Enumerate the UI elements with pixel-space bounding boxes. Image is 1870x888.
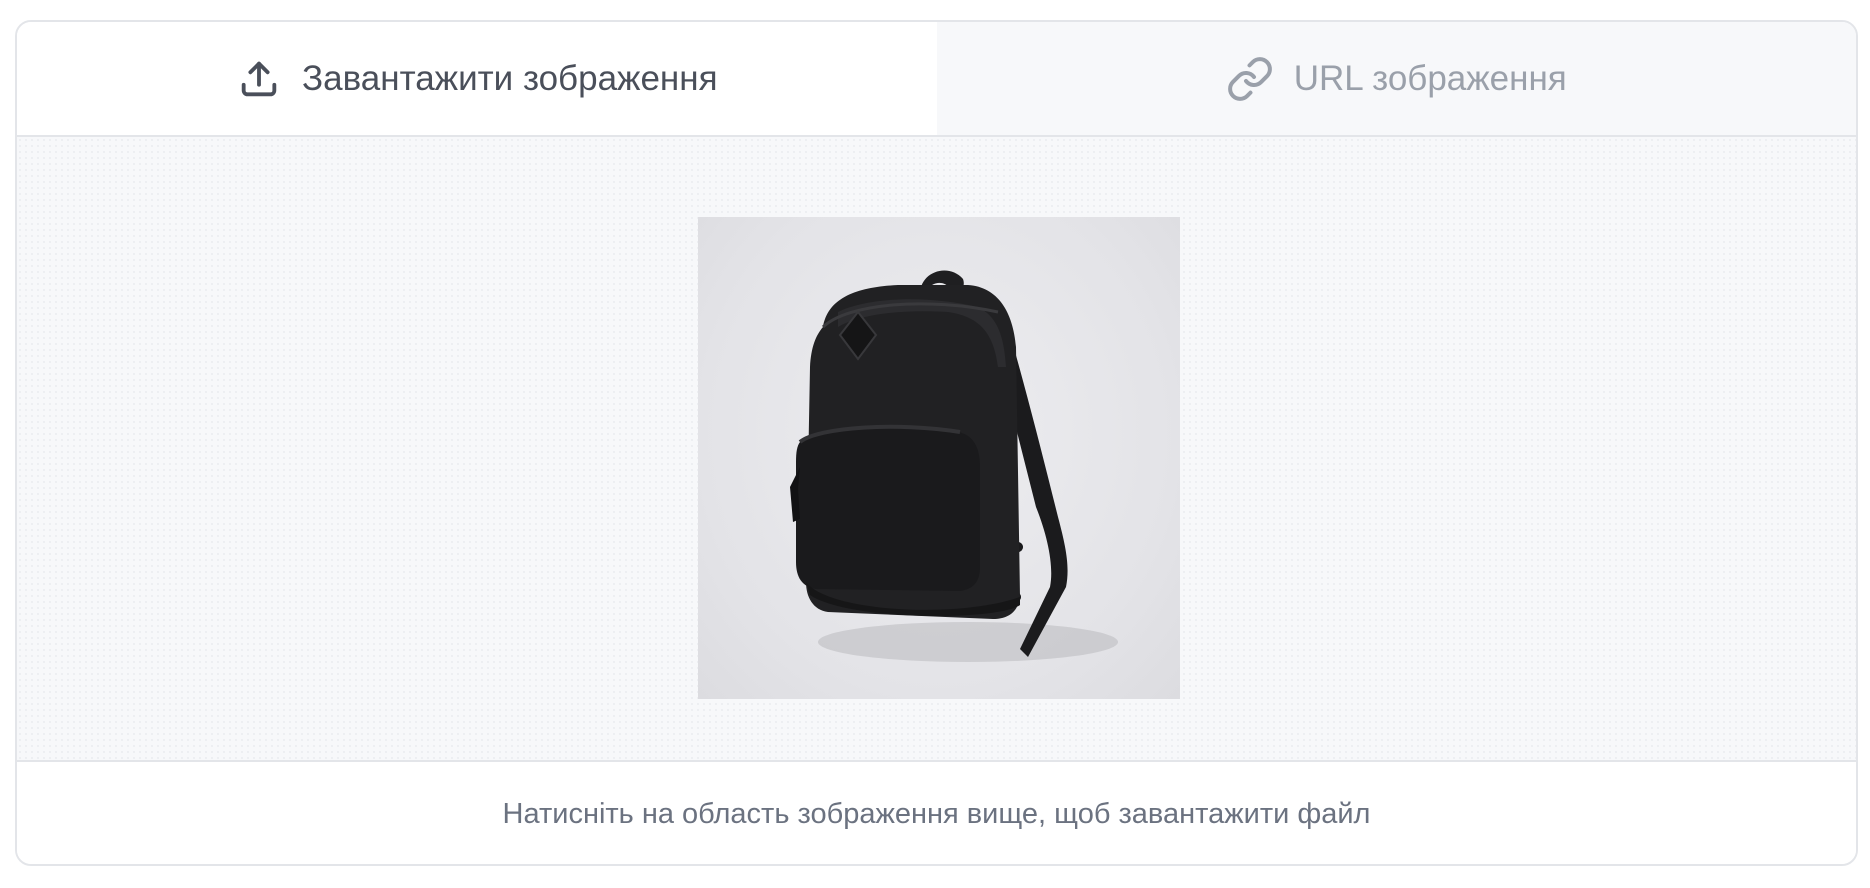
tab-image-url-label: URL зображення: [1293, 58, 1567, 98]
backpack-image: [698, 217, 1180, 699]
link-icon: [1226, 55, 1274, 103]
tab-upload-image-label: Завантажити зображення: [301, 58, 718, 98]
image-upload-card: Завантажити зображення URL зображення На…: [15, 20, 1858, 866]
upload-icon: [236, 56, 282, 102]
tab-upload-image[interactable]: Завантажити зображення: [17, 22, 937, 135]
tab-bar: Завантажити зображення URL зображення: [17, 22, 1856, 137]
upload-hint-text: Натисніть на область зображення вище, що…: [502, 797, 1371, 830]
image-dropzone[interactable]: [17, 137, 1856, 762]
tab-image-url[interactable]: URL зображення: [936, 22, 1856, 135]
footer-hint: Натисніть на область зображення вище, що…: [17, 762, 1856, 864]
